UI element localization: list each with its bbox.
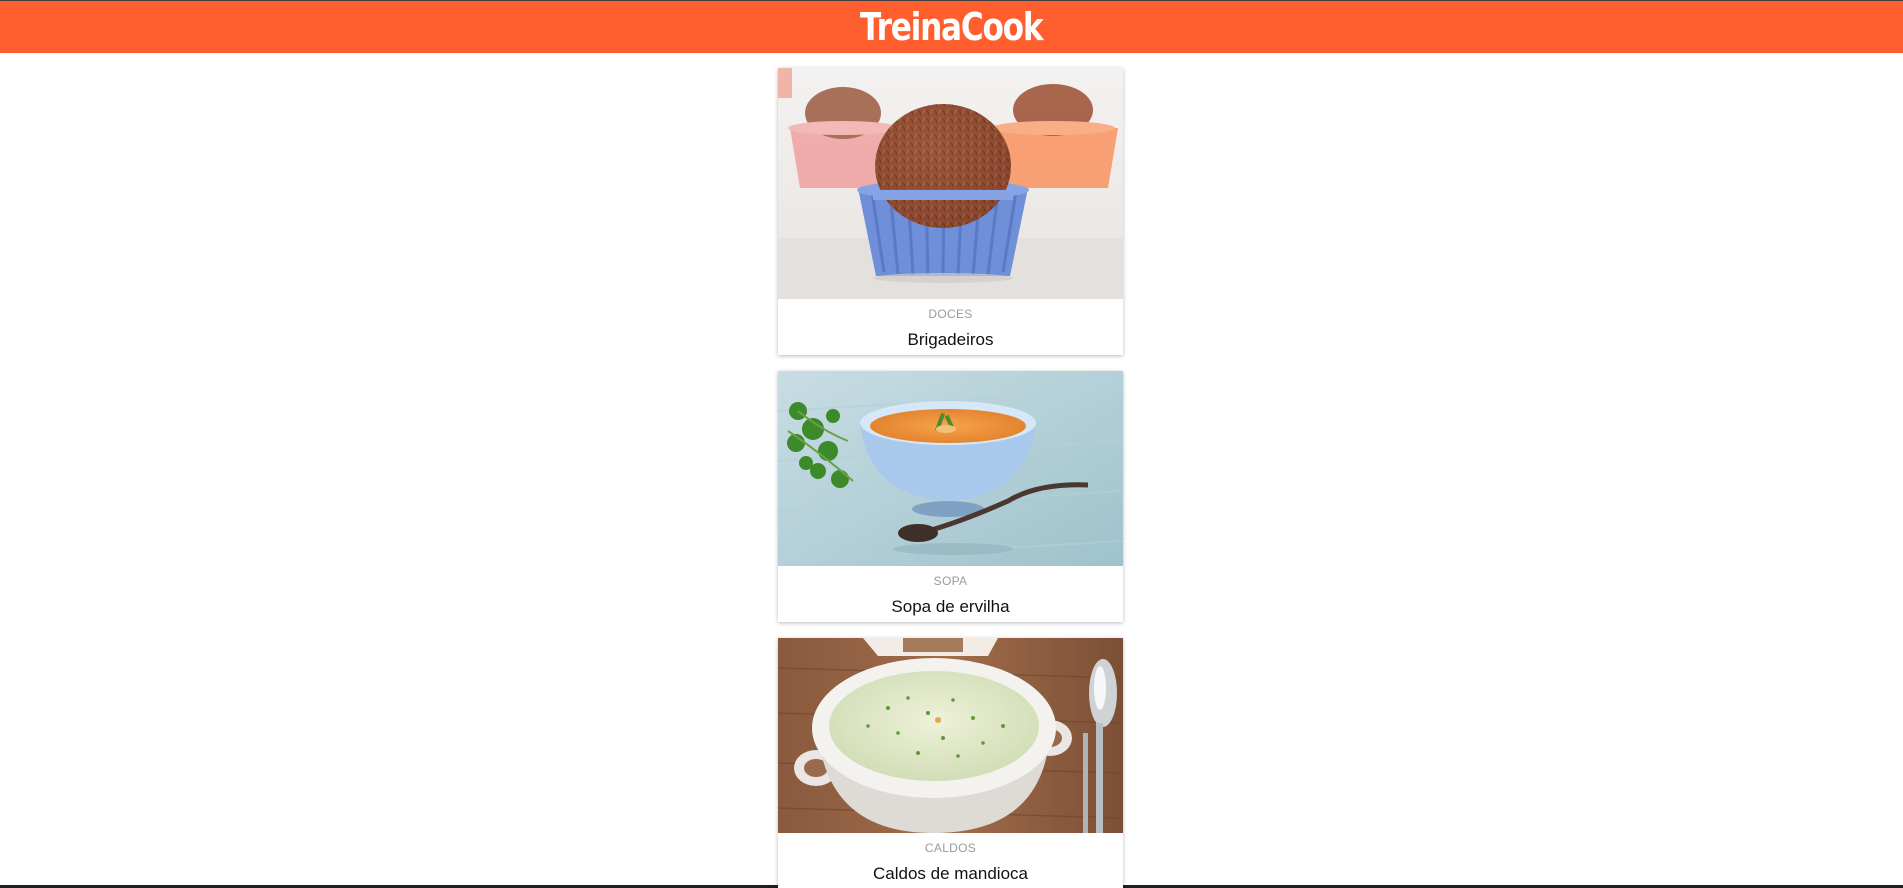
recipe-title[interactable]: Caldos de mandioca <box>778 863 1123 885</box>
card-meta: DOCES Brigadeiros <box>778 299 1123 355</box>
recipe-category: DOCES <box>928 307 973 321</box>
recipe-card[interactable]: DOCES Brigadeiros <box>778 68 1123 355</box>
recipe-title[interactable]: Sopa de ervilha <box>778 596 1123 618</box>
recipe-category: SOPA <box>933 574 968 588</box>
pea-soup-photo <box>778 371 1123 566</box>
app-logo[interactable]: TreinaCook <box>860 8 1044 46</box>
card-meta: SOPA Sopa de ervilha <box>778 566 1123 622</box>
recipe-card[interactable]: CALDOS Caldos de mandioca <box>778 638 1123 888</box>
recipe-feed: DOCES Brigadeiros SOPA Sopa de ervilha C… <box>778 68 1123 888</box>
card-meta: CALDOS Caldos de mandioca <box>778 833 1123 888</box>
cassava-broth-photo <box>778 638 1123 833</box>
recipe-category: CALDOS <box>924 841 977 855</box>
header-bar: TreinaCook <box>0 0 1903 53</box>
brigadeiro-photo <box>778 68 1123 299</box>
recipe-title[interactable]: Brigadeiros <box>778 329 1123 351</box>
app-window: TreinaCook DOCES Brigadeiros SOPA Sopa d… <box>0 0 1903 888</box>
recipe-card[interactable]: SOPA Sopa de ervilha <box>778 371 1123 622</box>
